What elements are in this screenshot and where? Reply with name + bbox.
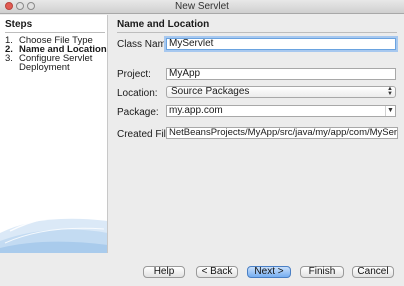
wizard-footer: Help < Back Next > Finish Cancel — [0, 253, 404, 286]
back-button[interactable]: < Back — [196, 266, 238, 278]
steps-heading: Steps — [5, 19, 105, 33]
finish-button[interactable]: Finish — [300, 266, 344, 278]
next-button[interactable]: Next > — [247, 266, 291, 278]
steps-list: 1. Choose File Type 2. Name and Location… — [5, 36, 107, 73]
package-value: my.app.com — [169, 105, 223, 116]
location-select[interactable]: Source Packages ▲ ▼ — [166, 86, 396, 98]
steps-panel: Steps 1. Choose File Type 2. Name and Lo… — [0, 15, 108, 253]
package-label: Package: — [117, 107, 159, 118]
up-down-arrows-icon: ▲ ▼ — [387, 86, 393, 97]
section-heading: Name and Location — [117, 19, 397, 33]
window-titlebar: New Servlet — [0, 0, 404, 14]
location-value: Source Packages — [171, 86, 250, 97]
chevron-down-icon[interactable]: ▼ — [385, 106, 395, 116]
package-combobox[interactable]: my.app.com ▼ — [166, 105, 396, 117]
location-label: Location: — [117, 88, 158, 99]
class-name-input[interactable]: MyServlet — [166, 38, 396, 50]
name-and-location-panel: Name and Location Class Name: MyServlet … — [112, 15, 402, 253]
wizard-decoration-graphic — [0, 213, 107, 253]
cancel-button[interactable]: Cancel — [352, 266, 394, 278]
window-title: New Servlet — [175, 1, 229, 12]
step-label: Deployment — [19, 62, 70, 73]
project-label: Project: — [117, 69, 151, 80]
created-file-field: NetBeansProjects/MyApp/src/java/my/app/c… — [166, 127, 398, 139]
project-field: MyApp — [166, 68, 396, 80]
help-button[interactable]: Help — [143, 266, 185, 278]
step-item: Deployment — [5, 62, 107, 73]
